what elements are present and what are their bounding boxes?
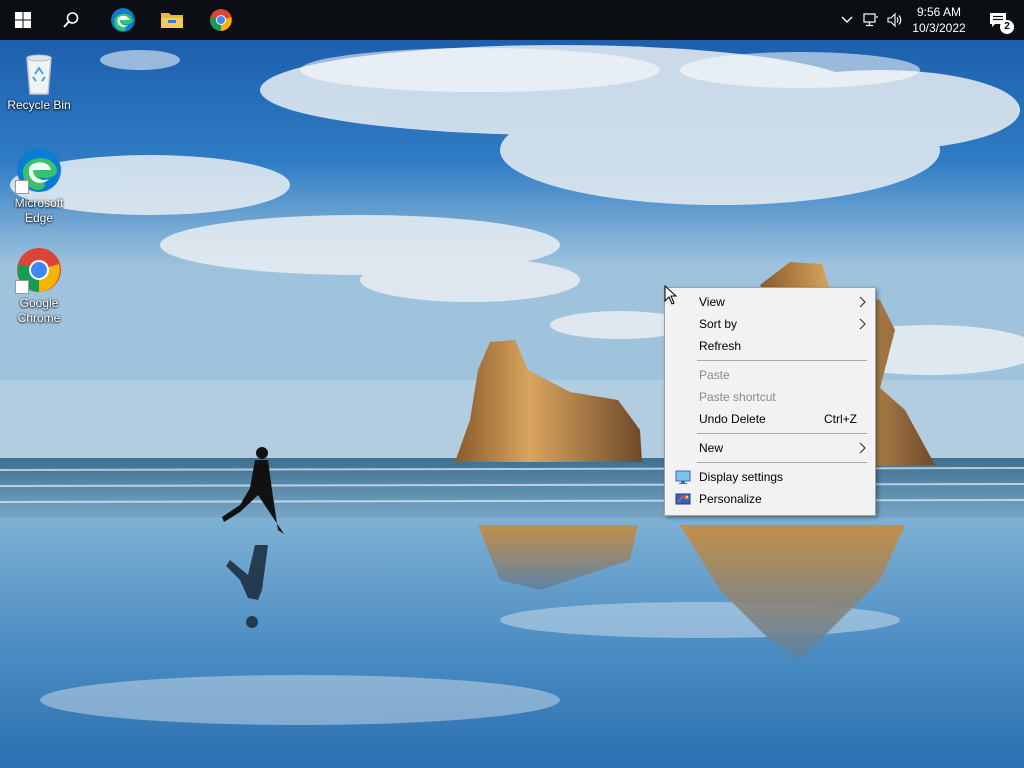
desktop-icon-label: Recycle Bin xyxy=(7,98,71,112)
search-button[interactable] xyxy=(48,0,94,40)
desktop-icon-recycle-bin[interactable]: Recycle Bin xyxy=(1,48,77,113)
menu-item-label: Sort by xyxy=(699,317,738,331)
mouse-cursor-icon xyxy=(664,285,678,305)
desktop-icon-label: Microsoft Edge xyxy=(14,196,64,225)
taskbar-file-explorer-button[interactable] xyxy=(148,0,196,40)
menu-item-paste-shortcut[interactable]: Paste shortcut xyxy=(665,386,875,408)
chevron-right-icon xyxy=(859,318,866,330)
desktop-icon-label: Google Chrome xyxy=(17,296,61,325)
menu-item-label: Paste xyxy=(699,368,730,382)
menu-separator xyxy=(697,360,867,361)
speaker-icon xyxy=(887,13,902,27)
menu-item-label: Refresh xyxy=(699,339,742,353)
windows-logo-icon xyxy=(15,12,31,28)
menu-item-undo-delete[interactable]: Undo Delete Ctrl+Z xyxy=(665,408,875,430)
clock-date: 10/3/2022 xyxy=(912,21,966,35)
chevron-right-icon xyxy=(859,442,866,454)
recycle-bin-icon xyxy=(15,48,63,96)
menu-item-shortcut: Ctrl+Z xyxy=(824,412,857,426)
show-hidden-icons-button[interactable] xyxy=(838,0,856,40)
menu-item-paste[interactable]: Paste xyxy=(665,364,875,386)
taskbar: 9:56 AM 10/3/2022 2 xyxy=(0,0,1024,40)
menu-item-label: Undo Delete xyxy=(699,412,766,426)
desktop-context-menu: View Sort by Refresh Paste Paste shortcu… xyxy=(664,287,876,516)
edge-icon xyxy=(15,146,63,194)
volume-button[interactable] xyxy=(884,0,906,40)
menu-item-personalize[interactable]: Personalize xyxy=(665,488,875,510)
menu-item-label: Display settings xyxy=(699,470,784,484)
desktop-icon-microsoft-edge[interactable]: Microsoft Edge xyxy=(1,146,77,226)
menu-item-label: Personalize xyxy=(699,492,762,506)
clock[interactable]: 9:56 AM 10/3/2022 xyxy=(904,0,974,40)
menu-item-view[interactable]: View xyxy=(665,291,875,313)
taskbar-edge-button[interactable] xyxy=(99,0,147,40)
menu-item-label: Paste shortcut xyxy=(699,390,776,404)
menu-item-display-settings[interactable]: Display settings xyxy=(665,466,875,488)
action-center-button[interactable]: 2 xyxy=(978,0,1018,40)
menu-item-sort-by[interactable]: Sort by xyxy=(665,313,875,335)
menu-item-refresh[interactable]: Refresh xyxy=(665,335,875,357)
clock-time: 9:56 AM xyxy=(916,5,962,19)
start-button[interactable] xyxy=(0,0,46,40)
search-icon xyxy=(63,12,79,28)
notification-count-badge: 2 xyxy=(1000,20,1014,34)
personalize-icon xyxy=(675,493,691,505)
menu-item-label: New xyxy=(699,441,724,455)
menu-separator xyxy=(697,433,867,434)
display-settings-icon xyxy=(675,470,691,484)
taskbar-chrome-button[interactable] xyxy=(197,0,245,40)
menu-item-label: View xyxy=(699,295,725,309)
menu-separator xyxy=(697,462,867,463)
chrome-icon xyxy=(210,9,232,31)
desktop-icon-google-chrome[interactable]: Google Chrome xyxy=(1,246,77,326)
chrome-icon xyxy=(15,246,63,294)
edge-icon xyxy=(111,8,135,32)
file-explorer-icon xyxy=(161,13,183,28)
menu-item-new[interactable]: New xyxy=(665,437,875,459)
chevron-up-icon xyxy=(841,16,853,23)
shortcut-arrow-icon xyxy=(15,180,29,194)
chevron-right-icon xyxy=(859,296,866,308)
network-button[interactable] xyxy=(860,0,882,40)
network-icon xyxy=(863,13,878,27)
shortcut-arrow-icon xyxy=(15,280,29,294)
